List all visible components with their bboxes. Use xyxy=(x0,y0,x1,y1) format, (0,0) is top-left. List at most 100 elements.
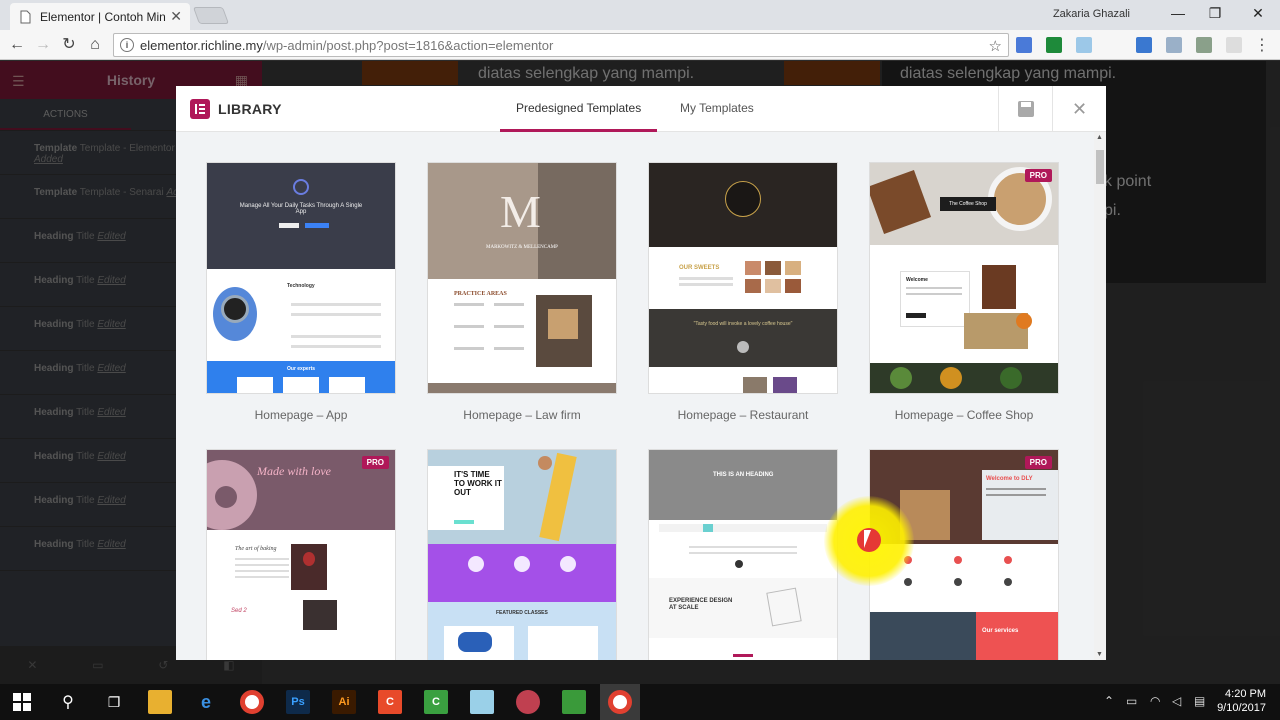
thumb-text: MARKOWITZ & MELLENCAMP xyxy=(486,245,558,250)
template-card[interactable]: OUR SWEETS "Tasty food will invoke a lov… xyxy=(648,162,838,422)
new-tab-button[interactable] xyxy=(192,7,230,24)
forward-arrow-icon[interactable]: → xyxy=(34,36,52,54)
template-card[interactable]: IT'S TIME TO WORK IT OUT FEATURED CLASSE… xyxy=(427,449,617,660)
library-modal: LIBRARY Predesigned Templates My Templat… xyxy=(176,86,1106,660)
browser-tab[interactable]: Elementor | Contoh Mini ✕ xyxy=(10,3,190,30)
thumb-text: Manage All Your Daily Tasks Through A Si… xyxy=(239,203,363,215)
pro-badge: PRO xyxy=(1024,169,1052,182)
app-icon[interactable]: C xyxy=(424,690,448,714)
thumb-text: PRACTICE AREAS xyxy=(454,291,507,297)
file-explorer-icon[interactable] xyxy=(148,690,172,714)
profile-name[interactable]: Zakaria Ghazali xyxy=(1053,8,1130,20)
template-thumbnail[interactable]: IT'S TIME TO WORK IT OUT FEATURED CLASSE… xyxy=(427,449,617,660)
close-tab-icon[interactable]: ✕ xyxy=(170,8,182,25)
template-name: Homepage – Coffee Shop xyxy=(894,408,1034,422)
app-icon[interactable]: C xyxy=(378,690,402,714)
restore-icon[interactable]: ❐ xyxy=(1205,5,1225,22)
template-thumbnail[interactable]: OUR SWEETS "Tasty food will invoke a lov… xyxy=(648,162,838,394)
template-card[interactable]: M MARKOWITZ & MELLENCAMP PRACTICE AREAS … xyxy=(427,162,617,422)
template-thumbnail[interactable]: The Coffee Shop PRO Welcome xyxy=(869,162,1059,394)
reload-icon[interactable]: ↻ xyxy=(60,36,78,54)
save-template-button[interactable] xyxy=(998,86,1052,132)
pro-badge: PRO xyxy=(361,456,389,469)
template-thumbnail[interactable]: M MARKOWITZ & MELLENCAMP PRACTICE AREAS xyxy=(427,162,617,394)
templates-grid: Manage All Your Daily Tasks Through A Si… xyxy=(176,132,1094,660)
app-icon[interactable] xyxy=(516,690,540,714)
url-host: elementor.richline.my xyxy=(140,37,263,53)
download-extension-icon[interactable] xyxy=(1166,37,1182,53)
clock-date: 9/10/2017 xyxy=(1217,702,1266,714)
template-card[interactable]: Manage All Your Daily Tasks Through A Si… xyxy=(206,162,396,422)
clock[interactable]: 4:20 PM 9/10/2017 xyxy=(1217,687,1266,715)
address-bar[interactable]: i elementor.richline.my/wp-admin/post.ph… xyxy=(113,33,1009,57)
page-icon xyxy=(20,10,31,23)
template-name: Homepage – Law firm xyxy=(463,408,581,422)
close-icon: ✕ xyxy=(1071,98,1088,119)
library-scrollbar[interactable]: ▲ ▼ xyxy=(1094,132,1106,660)
browser-toolbar: ← → ↻ ⌂ i elementor.richline.my/wp-admin… xyxy=(0,30,1280,60)
scroll-up-icon[interactable]: ▲ xyxy=(1096,134,1103,141)
tray-chevron-icon[interactable]: ⌃ xyxy=(1104,694,1114,708)
internet-explorer-icon[interactable]: e xyxy=(194,690,218,714)
thumb-text: FEATURED CLASSES xyxy=(496,610,548,616)
template-card[interactable]: Made with love PRO The art of baking Sed… xyxy=(206,449,396,660)
thumb-text: Welcome to DLY xyxy=(986,476,1033,482)
extension-icon[interactable] xyxy=(1196,37,1212,53)
search-icon[interactable]: ⚲ xyxy=(56,690,80,714)
template-name: Homepage – Restaurant xyxy=(677,408,809,422)
mouse-pointer-icon xyxy=(864,530,878,548)
volume-icon[interactable]: ◁ xyxy=(1172,694,1181,708)
wifi-icon[interactable]: ◠ xyxy=(1150,694,1160,708)
info-icon[interactable]: i xyxy=(120,38,134,52)
back-arrow-icon[interactable]: ← xyxy=(8,36,26,54)
chrome-icon[interactable] xyxy=(608,690,632,714)
extension-icon[interactable] xyxy=(1076,37,1092,53)
template-thumbnail[interactable]: Made with love PRO The art of baking Sed… xyxy=(206,449,396,660)
template-thumbnail[interactable]: THIS IS AN HEADING EXPERIENCE DESIGN AT … xyxy=(648,449,838,660)
scrollbar-thumb[interactable] xyxy=(1096,150,1104,184)
minimize-icon[interactable]: — xyxy=(1168,5,1188,21)
spreadsheet-icon[interactable] xyxy=(562,690,586,714)
template-card[interactable]: THIS IS AN HEADING EXPERIENCE DESIGN AT … xyxy=(648,449,838,660)
app-icon[interactable] xyxy=(470,690,494,714)
thumb-text: THIS IS AN HEADING xyxy=(713,472,774,478)
bookmark-star-icon[interactable]: ☆ xyxy=(989,37,1002,55)
url-path: /wp-admin/post.php?post=1816&action=elem… xyxy=(262,37,554,53)
thumb-text: Made with love xyxy=(257,464,331,478)
chrome-icon[interactable] xyxy=(240,690,264,714)
thumb-text: "Tasty food will invoke a lovely coffee … xyxy=(693,321,793,327)
task-view-icon[interactable]: ❐ xyxy=(102,690,126,714)
thumb-text: Welcome xyxy=(906,277,928,283)
thumb-text: The Coffee Shop xyxy=(940,197,996,211)
extension-icon[interactable] xyxy=(1226,37,1242,53)
translate-extension-icon[interactable] xyxy=(1016,37,1032,53)
taskbar: ⚲ ❐ e Ps Ai C C ⌃ ▭ ◠ ◁ ▤ 4:20 PM 9/10/2… xyxy=(0,684,1280,720)
code-extension-icon[interactable] xyxy=(1136,37,1152,53)
windows-start-icon[interactable] xyxy=(10,690,34,714)
extension-icon[interactable] xyxy=(1046,37,1062,53)
close-window-icon[interactable]: ✕ xyxy=(1248,5,1268,22)
illustrator-icon[interactable]: Ai xyxy=(332,690,356,714)
template-name: Homepage – App xyxy=(254,408,348,422)
scroll-down-icon[interactable]: ▼ xyxy=(1096,651,1103,658)
thumb-text: Our services xyxy=(982,628,1019,634)
photoshop-icon[interactable]: Ps xyxy=(286,690,310,714)
thumb-text: Our experts xyxy=(287,366,316,372)
library-title: LIBRARY xyxy=(218,101,282,117)
tab-predesigned-templates[interactable]: Predesigned Templates xyxy=(500,86,658,132)
pro-badge: PRO xyxy=(1024,456,1052,469)
library-header: LIBRARY Predesigned Templates My Templat… xyxy=(176,86,1106,132)
browser-titlebar: Elementor | Contoh Mini ✕ Zakaria Ghazal… xyxy=(0,0,1280,30)
close-library-button[interactable]: ✕ xyxy=(1052,86,1106,132)
thumb-text: OUR SWEETS xyxy=(679,265,720,271)
template-card[interactable]: The Coffee Shop PRO Welcome Homepage – C… xyxy=(869,162,1059,422)
thumb-text: The art of baking xyxy=(235,546,277,552)
thumb-text: Technology xyxy=(287,283,315,289)
battery-icon[interactable]: ▭ xyxy=(1126,694,1137,708)
browser-menu-icon[interactable]: ⋮ xyxy=(1254,35,1270,55)
tab-title: Elementor | Contoh Mini xyxy=(40,9,167,24)
notifications-icon[interactable]: ▤ xyxy=(1194,694,1205,708)
home-icon[interactable]: ⌂ xyxy=(86,36,104,54)
template-thumbnail[interactable]: Manage All Your Daily Tasks Through A Si… xyxy=(206,162,396,394)
tab-my-templates[interactable]: My Templates xyxy=(664,86,770,132)
